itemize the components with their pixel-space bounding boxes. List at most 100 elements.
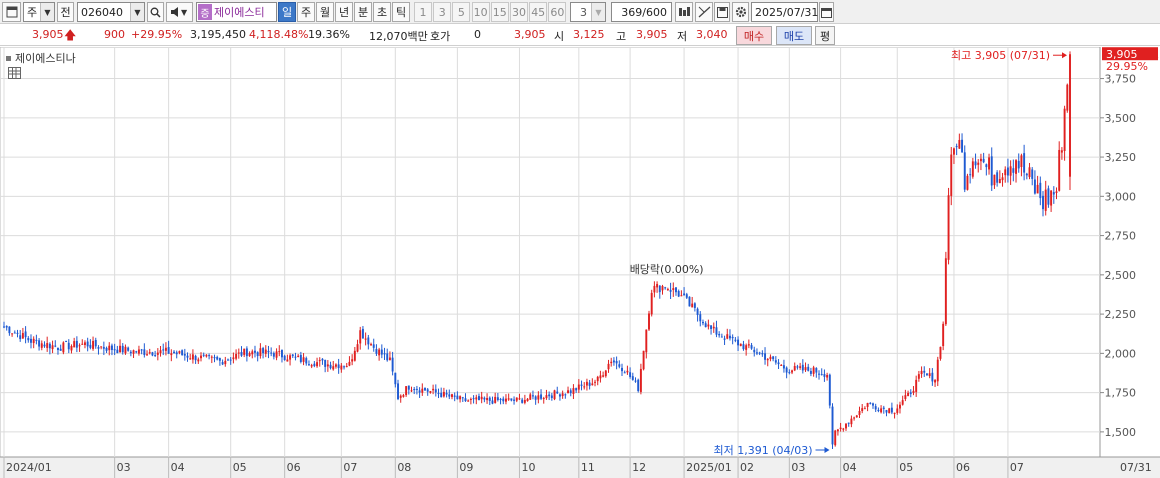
candle-body xyxy=(167,347,170,354)
candle xyxy=(553,389,556,401)
high-label: 고 xyxy=(616,30,627,43)
candle-body xyxy=(942,323,945,347)
bar-count-field[interactable]: 369/600 xyxy=(611,2,672,22)
x-tick-label: 2025/01 xyxy=(686,461,732,474)
minute-unit-button-15[interactable]: 15 xyxy=(490,2,509,22)
price-chart-area[interactable]: 1,500 1,750 2,000 2,250 2,500 2,750 3,000 3,250… xyxy=(0,47,1160,478)
period-button-5[interactable]: 분 xyxy=(354,2,372,22)
stock-code-input[interactable]: 026040 ▼ xyxy=(77,2,145,22)
minute-unit-button-3[interactable]: 3 xyxy=(433,2,452,22)
quote-bar: 3,905 🡅 900 +29.95% 3,195,450 4,118.48% … xyxy=(0,25,1160,46)
candle-body xyxy=(1042,195,1044,210)
candle-body xyxy=(326,364,329,367)
candle-body xyxy=(580,384,583,386)
candle-body xyxy=(912,390,915,393)
layout-icon[interactable] xyxy=(2,2,21,22)
candle-body xyxy=(480,396,483,400)
eval-button[interactable]: 평 xyxy=(815,26,835,45)
period-button-2[interactable]: 주 xyxy=(297,2,315,22)
candle-body xyxy=(556,391,559,394)
candle-body xyxy=(451,394,453,397)
candle-body xyxy=(46,343,49,348)
candle-body xyxy=(796,366,799,368)
candle-body xyxy=(610,361,613,364)
period-button-7[interactable]: 틱 xyxy=(392,2,410,22)
minute-unit-button-10[interactable]: 10 xyxy=(471,2,490,22)
candle-body xyxy=(159,350,162,354)
sound-icon[interactable]: ▼ xyxy=(166,2,193,22)
candle-body xyxy=(475,397,478,400)
minute-unit-button-45[interactable]: 45 xyxy=(529,2,548,22)
buy-button[interactable]: 매수 xyxy=(736,26,772,45)
legend-marker xyxy=(6,55,11,61)
candle-body xyxy=(656,283,659,288)
chevron-down-icon: ▼ xyxy=(591,3,605,21)
candle-body xyxy=(27,338,30,341)
candle-body xyxy=(815,368,818,373)
candle-body xyxy=(353,350,356,361)
candle-body xyxy=(121,345,124,353)
candle-body xyxy=(974,161,977,166)
candle-body xyxy=(993,174,996,186)
candle-body xyxy=(3,326,5,328)
chevron-down-icon: ▼ xyxy=(130,3,144,21)
candle-body xyxy=(966,175,969,190)
candle-body xyxy=(124,346,127,354)
stock-name-box[interactable]: 증 제이에스티 xyxy=(196,2,277,22)
candle-body xyxy=(550,395,553,399)
minute-unit-button-1[interactable]: 1 xyxy=(414,2,432,22)
candle-body xyxy=(119,345,122,353)
crosshair-icon[interactable] xyxy=(675,2,693,22)
candle-body xyxy=(140,349,143,351)
candle-body xyxy=(1069,54,1071,177)
candle-body xyxy=(194,355,197,361)
minute-unit-button-5[interactable]: 5 xyxy=(452,2,471,22)
candle-body xyxy=(672,288,675,290)
minute-unit-button-30[interactable]: 30 xyxy=(510,2,528,22)
candle-body xyxy=(774,360,777,363)
candle-body xyxy=(683,293,686,296)
prev-button[interactable]: 전 xyxy=(57,2,74,22)
calendar-icon[interactable] xyxy=(819,2,834,22)
candle-body xyxy=(766,359,769,361)
date-input[interactable]: 2025/07/31 xyxy=(751,2,818,22)
custom-unit-select[interactable]: 3 ▼ xyxy=(570,2,606,22)
y-tick-label: 3,750 xyxy=(1105,73,1137,86)
data-table-icon[interactable] xyxy=(8,67,21,79)
candle-body xyxy=(418,390,421,393)
period-button-4[interactable]: 년 xyxy=(335,2,353,22)
search-icon[interactable] xyxy=(147,2,164,22)
candle-body xyxy=(437,393,440,395)
period-button-3[interactable]: 월 xyxy=(316,2,334,22)
low-label: 저 xyxy=(677,30,688,43)
candle-body xyxy=(356,344,359,352)
candle-body xyxy=(62,342,65,353)
candle-body xyxy=(1055,191,1058,193)
sell-button[interactable]: 매도 xyxy=(776,26,812,45)
candle-body xyxy=(65,340,68,342)
candle-body xyxy=(70,346,73,351)
candle-body xyxy=(334,364,337,367)
candle-body xyxy=(321,358,324,361)
candle-body xyxy=(11,333,14,335)
x-tick-label: 2024/01 xyxy=(6,461,52,474)
candle-body xyxy=(753,349,756,353)
save-icon[interactable] xyxy=(714,2,730,22)
candlestick-chart[interactable]: 1,500 1,750 2,000 2,250 2,500 2,750 3,000 3,250… xyxy=(0,47,1160,478)
stock-market-badge: 증 xyxy=(198,4,212,20)
candle-body xyxy=(685,294,688,298)
x-tick-label: 05 xyxy=(233,461,247,474)
period-button-1[interactable]: 일 xyxy=(278,2,296,22)
draw-tool-icon[interactable] xyxy=(695,2,713,22)
minute-unit-button-60[interactable]: 60 xyxy=(548,2,567,22)
period-type-select[interactable]: 주 ▼ xyxy=(23,2,55,22)
candle-body xyxy=(229,359,232,361)
gear-icon[interactable] xyxy=(732,2,749,22)
candle-body xyxy=(297,355,300,358)
candle-body xyxy=(116,349,119,354)
candle-body xyxy=(332,366,335,370)
candle-body xyxy=(278,351,281,353)
period-button-6[interactable]: 초 xyxy=(373,2,391,22)
candle-body xyxy=(1031,169,1034,179)
candle-body xyxy=(591,383,594,386)
